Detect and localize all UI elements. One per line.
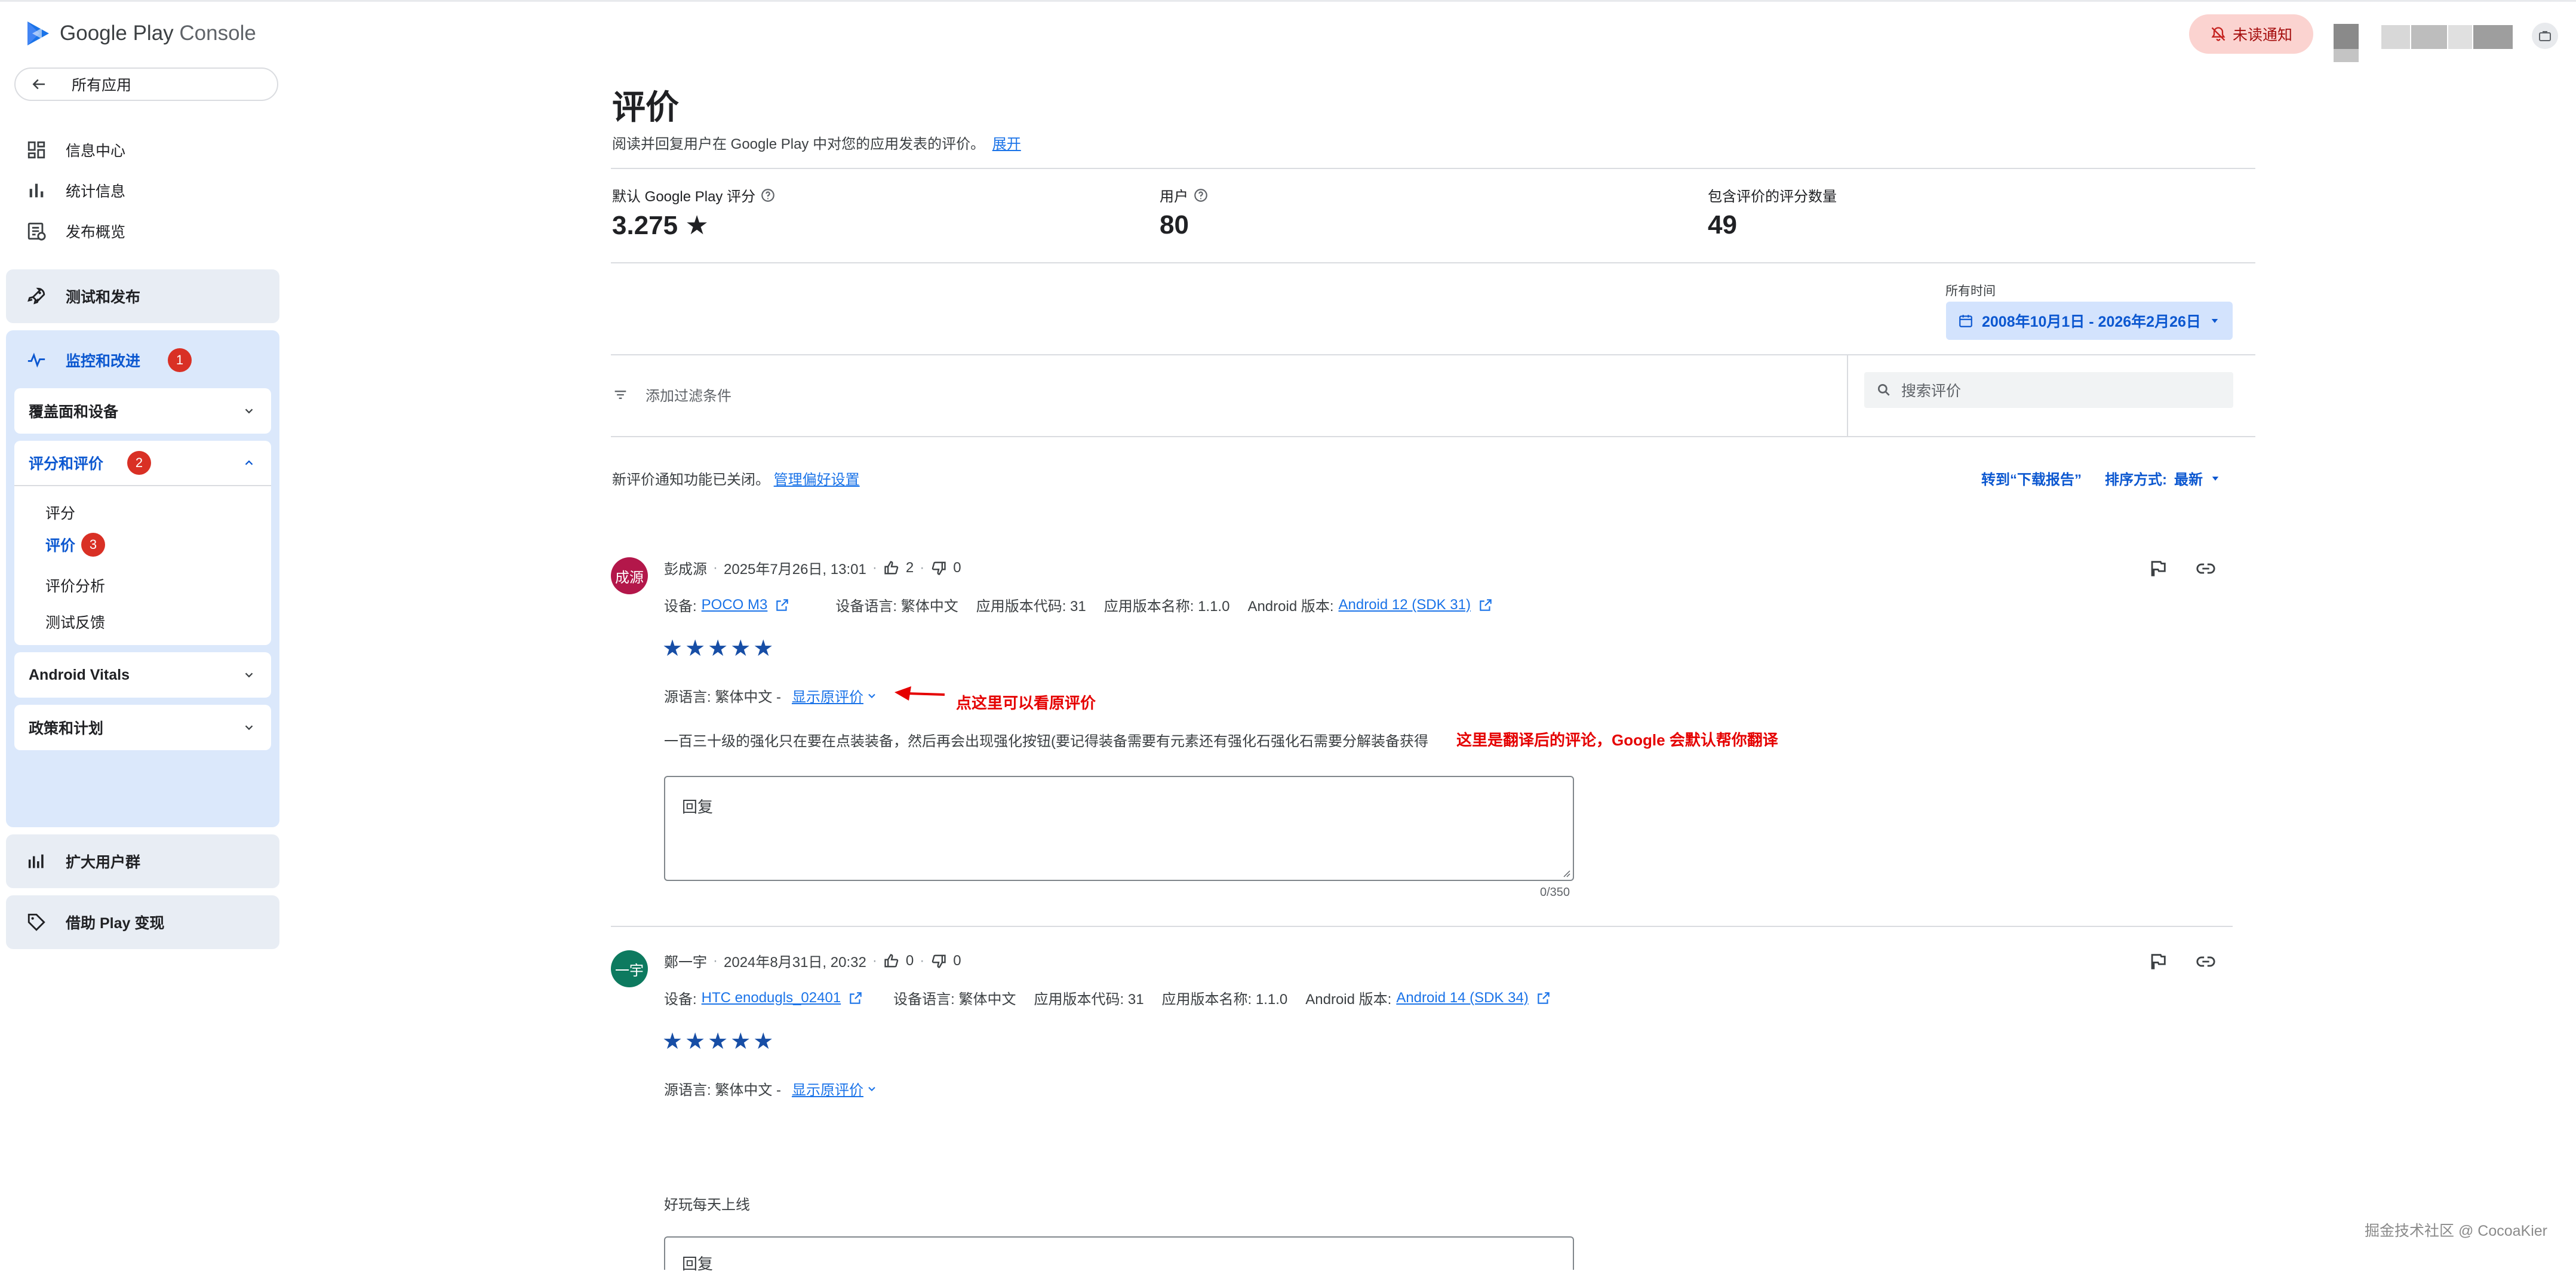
flag-icon (2151, 954, 2166, 969)
show-original-link[interactable]: 显示原评价 (792, 1078, 863, 1099)
app-version-name: 应用版本名称: 1.1.0 (1161, 991, 1288, 1008)
sidebar-subitem-test-feedback[interactable]: 测试反馈 (45, 611, 105, 633)
sidebar-item-ratings-reviews[interactable]: 评分和评价 2 (14, 441, 271, 486)
thumb-up-icon[interactable] (883, 953, 900, 969)
sidebar-item-label: 借助 Play 变现 (66, 915, 165, 932)
sidebar-item-label: 扩大用户群 (66, 854, 141, 871)
review-date: 2024年8月31日, 20:32 (724, 954, 866, 971)
sidebar-item-grow[interactable]: 扩大用户群 (6, 834, 279, 888)
chevron-up-icon (245, 460, 253, 465)
sidebar-item-label: 测试和发布 (66, 289, 141, 306)
bar-chart-icon (29, 183, 44, 198)
sidebar: 所有应用 信息中心 统计信息 发布概览 测试和发布 监控和改进 1 覆盖面和设备 (0, 67, 296, 1198)
sidebar-item-monetize[interactable]: 借助 Play 变现 (6, 895, 279, 949)
sidebar-subitem-review-analysis[interactable]: 评价分析 (45, 575, 105, 596)
sidebar-badge: 2 (127, 451, 152, 475)
sidebar-item-dashboard[interactable]: 信息中心 (26, 138, 125, 162)
review-device-info: 设备: HTC enodugls_02401 设备语言: 繁体中文 应用版本代码… (664, 987, 1551, 1008)
android-version-label: Android 版本: (1305, 991, 1392, 1008)
chevron-down-icon (245, 673, 253, 678)
sidebar-badge: 3 (81, 533, 106, 557)
sidebar-item-label: 发布概览 (66, 224, 126, 241)
copy-link-button[interactable] (2194, 951, 2217, 972)
sidebar-item-label: 政策和计划 (29, 720, 104, 737)
thumb-down-icon[interactable] (930, 953, 947, 969)
top-bar: Google Play Console 未读通知 (0, 0, 2576, 67)
star-rating: ★★★★★ (662, 1029, 776, 1054)
pulse-icon (27, 352, 45, 368)
top-border (0, 0, 2576, 2)
device-link[interactable]: HTC enodugls_02401 (702, 990, 841, 1006)
dislike-count: 0 (953, 952, 961, 969)
review-author: 鄭一宇 (664, 954, 707, 971)
tag-icon (27, 913, 45, 931)
growth-chart-icon (28, 854, 44, 868)
sidebar-item-android-vitals[interactable]: Android Vitals (14, 652, 271, 698)
avatar-text: 一宇 (615, 962, 644, 979)
flag-button[interactable] (2148, 951, 2168, 972)
open-in-new-icon[interactable] (1536, 990, 1551, 1006)
sidebar-item-monitor[interactable]: 监控和改进 1 (26, 348, 192, 372)
chevron-down-icon (245, 409, 253, 414)
review-text: 好玩每天上线 (664, 1197, 750, 1213)
logo-console-text: Console (179, 22, 256, 45)
app-version-code: 应用版本代码: 31 (1034, 991, 1144, 1008)
notification-label: 未读通知 (2232, 27, 2292, 44)
sidebar-item-label: 监控和改进 (66, 353, 141, 370)
sidebar-item-label: 统计信息 (66, 183, 126, 200)
sidebar-group-ratings: 评分和评价 2 评分 评价 3 评价分析 测试反馈 (14, 441, 271, 645)
account-area-blurred[interactable] (2334, 24, 2513, 62)
review-meta: 鄭一宇 · 2024年8月31日, 20:32 · 0 · 0 (664, 950, 961, 971)
rocket-icon (27, 287, 45, 305)
sidebar-item-label: 评价 (45, 538, 76, 554)
chevron-down-icon (245, 725, 253, 730)
sidebar-item-test-release[interactable]: 测试和发布 (6, 269, 279, 323)
all-apps-button[interactable]: 所有应用 (14, 67, 278, 101)
sidebar-subitem-ratings[interactable]: 评分 (45, 502, 75, 523)
sidebar-item-label: Android Vitals (29, 666, 130, 683)
release-icon (27, 222, 46, 241)
dashboard-icon (27, 141, 45, 159)
like-count: 0 (905, 952, 914, 969)
logo-google-text: Google Play (60, 22, 174, 45)
sidebar-item-policy[interactable]: 政策和计划 (14, 705, 271, 750)
sidebar-section-monitor: 监控和改进 1 覆盖面和设备 评分和评价 2 评分 评价 3 评价分析 测试反馈 (6, 330, 279, 827)
watermark: 掘金技术社区 @ CocoaKier (2365, 1223, 2547, 1239)
all-apps-label: 所有应用 (72, 77, 132, 94)
sidebar-item-label: 信息中心 (66, 143, 126, 159)
sidebar-item-label: 覆盖面和设备 (29, 404, 119, 420)
briefcase-icon (2539, 31, 2551, 41)
reply-textarea[interactable]: 回复 (664, 1236, 1574, 1273)
sidebar-badge: 1 (168, 348, 192, 372)
source-language: 源语言: 繁体中文 - (664, 1082, 781, 1098)
open-in-new-icon[interactable] (848, 990, 863, 1006)
play-logo-icon (27, 22, 49, 45)
sidebar-item-release-overview[interactable]: 发布概览 (26, 219, 125, 243)
bell-off-icon (2211, 27, 2225, 41)
reply-placeholder: 回复 (682, 1255, 714, 1273)
chevron-down-icon (868, 1086, 875, 1091)
source-language-row: 源语言: 繁体中文 - 显示原评价 (664, 1078, 878, 1099)
sidebar-subitem-reviews[interactable]: 评价 3 (45, 533, 106, 557)
review-card: 一宇 鄭一宇 · 2024年8月31日, 20:32 · 0 · 0 设备: H… (296, 67, 2576, 1273)
sidebar-item-statistics[interactable]: 统计信息 (26, 179, 125, 202)
notification-button[interactable]: 未读通知 (2189, 14, 2313, 54)
link-icon (2196, 956, 2215, 967)
avatar: 一宇 (611, 950, 648, 987)
device-language: 设备语言: 繁体中文 (893, 991, 1016, 1008)
sidebar-item-label: 评分和评价 (29, 456, 104, 472)
sidebar-item-coverage[interactable]: 覆盖面和设备 (14, 388, 271, 434)
account-icon[interactable] (2532, 23, 2558, 49)
play-console-logo[interactable]: Google Play Console (26, 20, 256, 47)
main-content: 评价 阅读并回复用户在 Google Play 中对您的应用发表的评价。 展开 … (296, 67, 2576, 1273)
arrow-back-icon (32, 79, 45, 90)
device-label: 设备: (664, 991, 697, 1008)
android-version-link[interactable]: Android 14 (SDK 34) (1396, 990, 1528, 1006)
